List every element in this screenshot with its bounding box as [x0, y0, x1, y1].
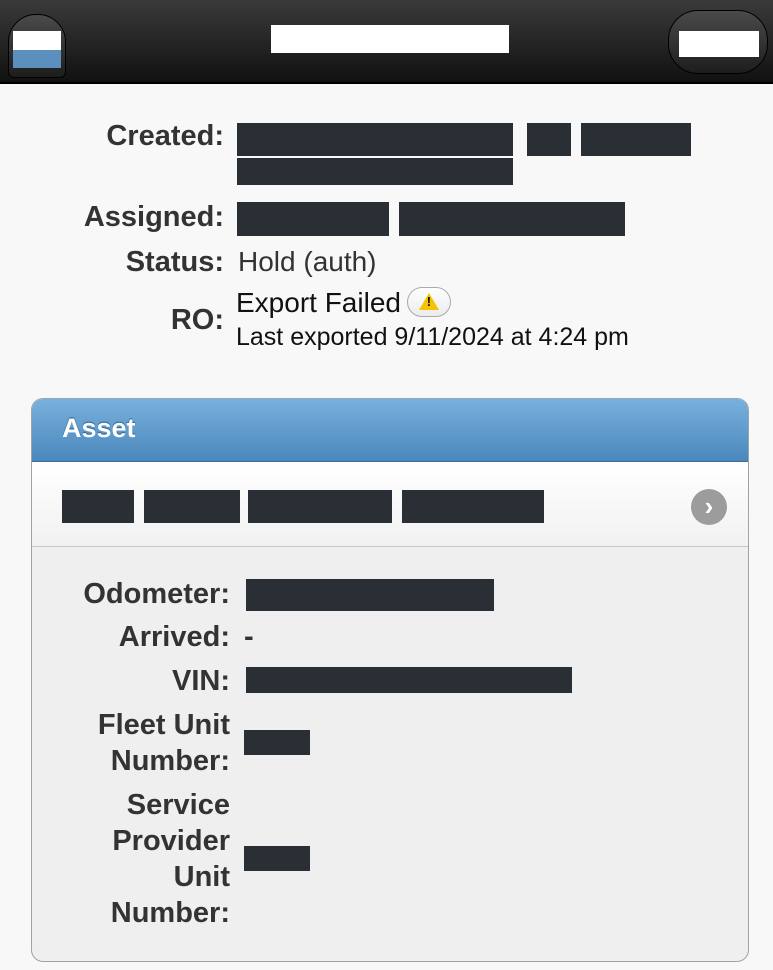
- asset-panel-header: Asset: [32, 399, 748, 462]
- warning-icon[interactable]: !: [406, 286, 451, 317]
- created-label: Created:: [106, 120, 224, 152]
- vin-label: VIN:: [172, 665, 230, 697]
- ro-status-text: Export Failed: [236, 287, 401, 318]
- ro-last-exported: Last exported 9/11/2024 at 4:24 pm: [236, 323, 629, 351]
- redacted-label: [679, 31, 759, 57]
- ro-status: Export Failed!: [236, 285, 451, 321]
- created-value-redacted: [237, 158, 513, 185]
- asset-name-redacted: [62, 490, 134, 523]
- arrived-value: -: [244, 621, 254, 653]
- warning-exclamation: !: [426, 293, 432, 309]
- service-provider-value-redacted: [244, 846, 310, 871]
- odometer-label: Odometer:: [83, 578, 230, 610]
- asset-link-row[interactable]: ›: [32, 462, 748, 547]
- assigned-value-redacted: [237, 202, 389, 236]
- odometer-value-redacted: [246, 579, 494, 611]
- status-label: Status:: [125, 246, 224, 278]
- back-button[interactable]: [8, 14, 66, 78]
- redacted-label: [13, 31, 61, 50]
- asset-name-redacted: [144, 490, 240, 523]
- asset-panel-title: Asset: [62, 413, 136, 443]
- asset-name-redacted: [402, 490, 544, 523]
- created-value-redacted: [581, 123, 691, 156]
- redacted-label: [13, 50, 61, 68]
- status-value: Hold (auth): [238, 246, 377, 277]
- service-provider-label-line-3: Unit: [173, 861, 230, 893]
- top-nav-bar: [0, 0, 773, 84]
- fleet-unit-value-redacted: [244, 730, 310, 755]
- header-action-button[interactable]: [668, 10, 768, 74]
- ro-label: RO:: [170, 304, 224, 336]
- chevron-right-icon[interactable]: ›: [691, 489, 727, 525]
- arrived-label: Arrived:: [118, 621, 230, 653]
- fleet-unit-label-line-1: Fleet Unit: [97, 709, 230, 741]
- fleet-unit-label-line-2: Number:: [110, 745, 230, 777]
- vin-value-redacted: [246, 667, 572, 693]
- created-value-redacted: [527, 123, 571, 156]
- service-provider-label-line-2: Provider: [112, 825, 230, 857]
- asset-name-redacted: [248, 490, 392, 523]
- page-title-redacted: [271, 25, 509, 53]
- created-value-redacted: [237, 123, 513, 156]
- service-provider-label-line-1: Service: [126, 789, 230, 821]
- assigned-value-redacted: [399, 202, 625, 236]
- asset-panel: Asset › Odometer: Arrived: - VIN: Fleet …: [31, 398, 749, 962]
- service-provider-label-line-4: Number:: [110, 897, 230, 929]
- assigned-label: Assigned:: [83, 201, 224, 233]
